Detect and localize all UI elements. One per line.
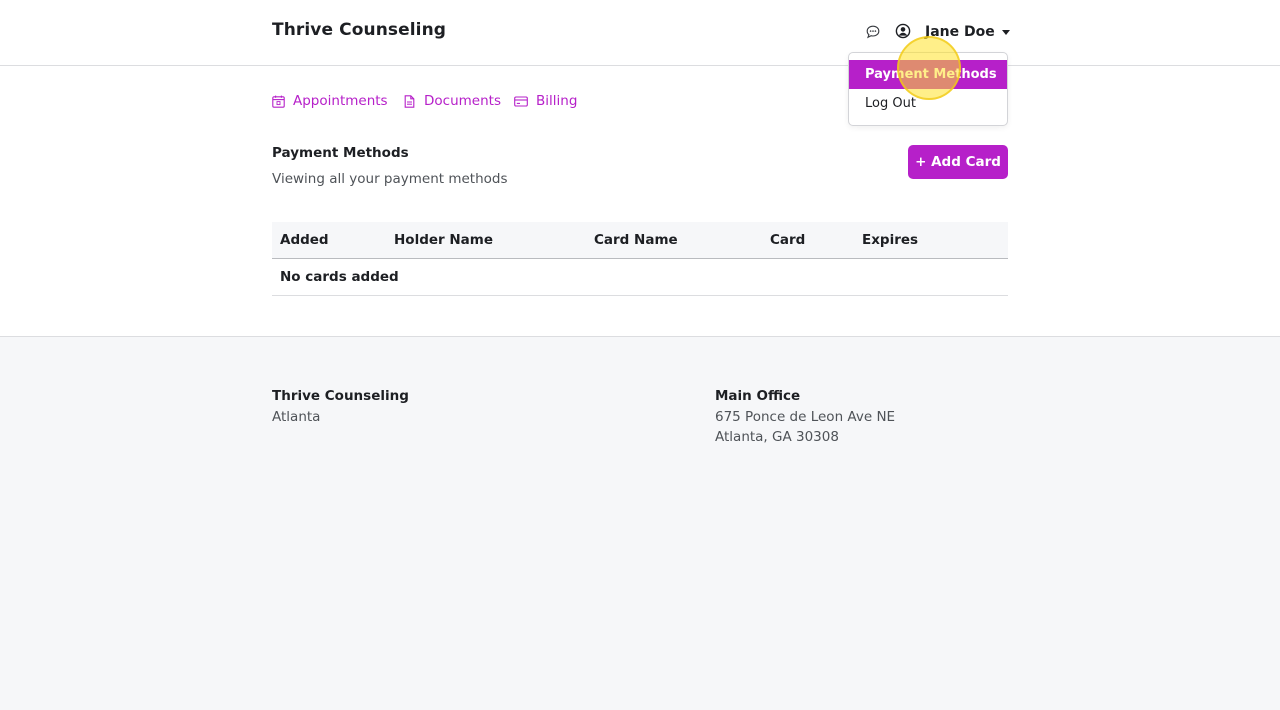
column-header-added: Added <box>280 232 329 248</box>
footer-office-address-line1: 675 Ponce de Leon Ave NE <box>715 409 896 425</box>
user-name: Jane Doe <box>925 24 995 40</box>
dropdown-item-log-out[interactable]: Log Out <box>849 89 1007 118</box>
credit-card-icon <box>514 95 528 107</box>
caret-down-icon <box>1001 29 1010 35</box>
user-circle-icon[interactable] <box>895 23 911 39</box>
payment-methods-table: Added Holder Name Card Name Card Expires… <box>272 222 1008 296</box>
brand-name[interactable]: Thrive Counseling <box>272 20 446 40</box>
dropdown-item-payment-methods[interactable]: Payment Methods <box>849 60 1007 89</box>
empty-table-message: No cards added <box>280 269 399 285</box>
nav-label-billing: Billing <box>536 93 578 109</box>
footer-office-address-line2: Atlanta, GA 30308 <box>715 429 839 445</box>
table-row: No cards added <box>272 259 1008 296</box>
nav-link-documents[interactable]: Documents <box>403 91 501 111</box>
nav-label-appointments: Appointments <box>293 93 388 109</box>
nav-link-appointments[interactable]: Appointments <box>272 91 388 111</box>
nav-label-documents: Documents <box>424 93 501 109</box>
chat-icon[interactable] <box>865 24 881 40</box>
footer-office-title: Main Office <box>715 388 801 404</box>
column-header-expires: Expires <box>862 232 919 248</box>
footer-org-name: Thrive Counseling <box>272 388 409 404</box>
page-footer: Thrive Counseling Atlanta Main Office 67… <box>0 336 1280 710</box>
column-header-card-name: Card Name <box>594 232 678 248</box>
table-header-row: Added Holder Name Card Name Card Expires <box>272 222 1008 259</box>
document-icon <box>404 94 415 108</box>
column-header-card: Card <box>770 232 806 248</box>
user-dropdown-menu: Payment Methods Log Out <box>848 52 1008 126</box>
footer-org-city: Atlanta <box>272 409 321 425</box>
page-title: Payment Methods <box>272 145 409 161</box>
page-subtitle: Viewing all your payment methods <box>272 171 508 187</box>
add-card-button[interactable]: + Add Card <box>908 145 1008 179</box>
calendar-icon <box>272 95 285 108</box>
column-header-holder-name: Holder Name <box>394 232 494 248</box>
nav-link-billing[interactable]: Billing <box>514 91 577 111</box>
top-navbar: Thrive Counseling Jane Doe <box>0 0 1280 66</box>
user-menu-toggle[interactable]: Jane Doe <box>925 22 1010 42</box>
